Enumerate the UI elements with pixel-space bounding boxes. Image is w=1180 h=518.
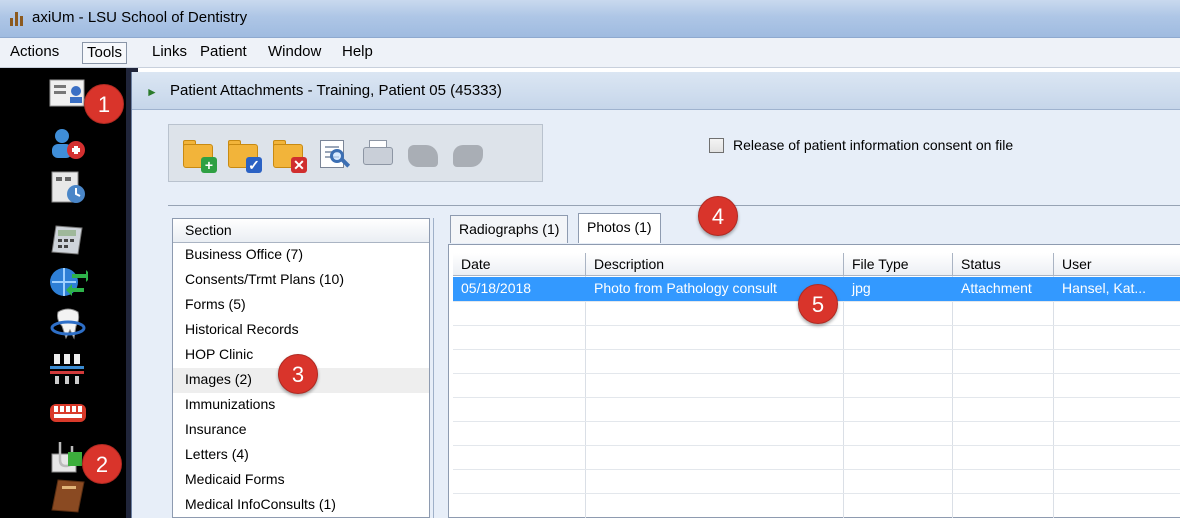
section-item-medicaid-forms[interactable]: Medicaid Forms — [173, 468, 429, 493]
add-patient-icon[interactable] — [48, 126, 88, 162]
attachments-caption: ► Patient Attachments - Training, Patien… — [132, 72, 1180, 110]
section-header[interactable]: Section — [173, 219, 429, 243]
disabled-tool-button-1 — [406, 137, 440, 171]
column-header-description[interactable]: Description — [586, 253, 844, 276]
dentures-icon[interactable] — [48, 394, 88, 430]
section-item-consents[interactable]: Consents/Trmt Plans (10) — [173, 268, 429, 293]
printer-icon — [363, 147, 393, 165]
notebook-icon[interactable] — [48, 478, 88, 514]
menu-tools[interactable]: Tools — [82, 42, 128, 64]
column-header-file-type[interactable]: File Type — [844, 253, 953, 276]
menu-bar: Actions Tools Links Patient Window Help — [0, 38, 1180, 68]
disabled-tool-icon — [408, 145, 438, 167]
section-item-insurance[interactable]: Insurance — [173, 418, 429, 443]
panel-splitter[interactable] — [433, 218, 439, 518]
menu-help[interactable]: Help — [338, 42, 377, 64]
section-item-forms[interactable]: Forms (5) — [173, 293, 429, 318]
callout-5: 5 — [798, 284, 838, 324]
plus-icon: + — [201, 157, 217, 173]
callout-1: 1 — [84, 84, 124, 124]
tab-radiographs[interactable]: Radiographs (1) — [450, 215, 569, 243]
callout-2: 2 — [82, 444, 122, 484]
patient-card-icon[interactable] — [48, 76, 88, 112]
section-item-historical-records[interactable]: Historical Records — [173, 318, 429, 343]
implant-rack-icon[interactable] — [48, 350, 88, 386]
approve-folder-button[interactable]: ✓ — [226, 137, 262, 173]
section-item-medical-infoconsults[interactable]: Medical InfoConsults (1) — [173, 493, 429, 518]
consent-checkbox[interactable] — [709, 138, 724, 153]
cell-user: Hansel, Kat... — [1062, 280, 1147, 296]
disabled-tool-icon — [453, 145, 483, 167]
attachments-window: ► Patient Attachments - Training, Patien… — [131, 72, 1180, 518]
menu-window[interactable]: Window — [264, 42, 325, 64]
preview-button[interactable] — [316, 137, 351, 171]
cell-date: 05/18/2018 — [461, 280, 532, 296]
menu-links[interactable]: Links — [148, 42, 191, 64]
window-title: axiUm - LSU School of Dentistry — [32, 9, 248, 26]
app-icon — [10, 12, 24, 26]
callout-4: 4 — [698, 196, 738, 236]
delete-x-icon: ✕ — [291, 157, 307, 173]
menu-patient[interactable]: Patient — [196, 42, 251, 64]
divider — [168, 205, 1180, 206]
globe-transfer-icon[interactable] — [48, 264, 92, 300]
attachments-toolbar: + ✓ ✕ — [168, 124, 543, 182]
section-item-business-office[interactable]: Business Office (7) — [173, 243, 429, 268]
checkmark-icon: ✓ — [246, 157, 262, 173]
menu-actions[interactable]: Actions — [6, 42, 63, 64]
calculator-icon[interactable] — [48, 222, 88, 258]
print-button[interactable] — [361, 137, 395, 171]
title-bar: axiUm - LSU School of Dentistry — [0, 0, 1180, 38]
callout-3: 3 — [278, 354, 318, 394]
column-header-date[interactable]: Date — [453, 253, 586, 276]
column-header-status[interactable]: Status — [953, 253, 1054, 276]
tooth-icon[interactable] — [48, 306, 88, 342]
consent-label: Release of patient information consent o… — [733, 137, 1014, 153]
section-item-immunizations[interactable]: Immunizations — [173, 393, 429, 418]
calendar-clock-icon[interactable] — [48, 170, 88, 206]
delete-folder-button[interactable]: ✕ — [271, 137, 307, 173]
disabled-tool-button-2 — [451, 137, 485, 171]
add-folder-button[interactable]: + — [181, 137, 217, 173]
attachments-title: Patient Attachments - Training, Patient … — [170, 82, 502, 99]
cell-file-type: jpg — [852, 280, 871, 296]
column-header-user[interactable]: User — [1054, 253, 1180, 276]
tab-photos[interactable]: Photos (1) — [578, 213, 661, 243]
attachments-window-icon: ► — [146, 85, 158, 99]
cell-status: Attachment — [961, 280, 1032, 296]
section-item-letters[interactable]: Letters (4) — [173, 443, 429, 468]
